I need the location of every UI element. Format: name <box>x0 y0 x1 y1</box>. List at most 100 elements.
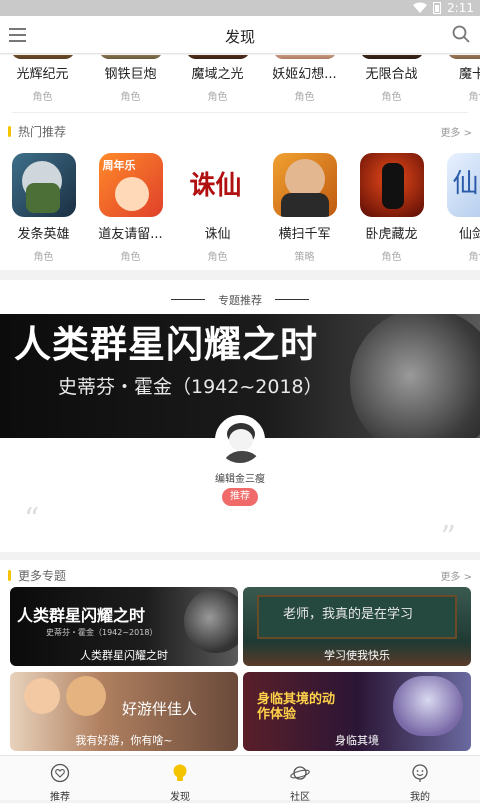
topic-card-caption: 我有好游，你有啥~ <box>10 732 238 748</box>
game-name: 诛仙 <box>174 223 261 242</box>
game-icon-text: 周年乐 <box>103 157 136 173</box>
game-tag: 角色 <box>0 248 87 263</box>
topic-card-art-title: 老师，我真的是在学习 <box>283 603 413 622</box>
game-name: 横扫千军 <box>261 223 348 242</box>
game-tag: 策略 <box>261 248 348 263</box>
topic-card-art-title: 身临其境的动作体验 <box>257 692 347 722</box>
hot-section-title: 热门推荐 <box>18 123 66 140</box>
topic-card-art-subtitle: 史蒂芬・霍金（1942~2018） <box>46 627 157 638</box>
topic-card-caption: 学习使我快乐 <box>243 647 471 663</box>
topic-card[interactable]: 好游伴佳人 我有好游，你有啥~ <box>10 672 238 751</box>
game-name: 魔域之光 <box>174 63 261 82</box>
status-bar: 2:11 <box>0 0 480 16</box>
tab-discover[interactable]: 发现 <box>120 756 240 800</box>
game-name: 魔卡幻 <box>435 63 480 82</box>
banner-title: 人类群星闪耀之时 <box>14 314 318 368</box>
tab-label: 发现 <box>120 788 240 803</box>
heart-icon <box>50 763 70 783</box>
game-item[interactable]: 发条英雄 角色 <box>0 153 87 263</box>
close-quote-icon: ” <box>441 520 456 552</box>
smile-icon <box>410 763 430 783</box>
game-name: 妖姬幻想... <box>261 63 348 82</box>
tab-label: 推荐 <box>0 788 120 803</box>
tab-profile[interactable]: 我的 <box>360 756 480 800</box>
game-item[interactable]: 无限合战 角色 <box>348 55 435 103</box>
game-item[interactable]: 魔域之光 角色 <box>174 55 261 103</box>
top-bar: 发现 <box>0 16 480 54</box>
battery-icon <box>433 2 441 14</box>
game-icon-text: 仙 <box>453 163 479 200</box>
divider <box>12 112 468 113</box>
game-name: 发条英雄 <box>0 223 87 242</box>
accent-bar <box>8 126 11 137</box>
lightbulb-icon <box>170 763 190 783</box>
game-tag: 角色 <box>435 88 480 103</box>
open-quote-icon: “ <box>24 502 39 537</box>
editor-name: 编辑金三瘦 <box>0 470 480 485</box>
topic-card-art-title: 好游伴佳人 <box>122 698 197 719</box>
planet-icon <box>290 763 310 783</box>
game-tag: 角色 <box>348 248 435 263</box>
game-tag: 角色 <box>87 88 174 103</box>
tab-label: 我的 <box>360 788 480 803</box>
game-icon-text: 诛仙 <box>190 165 242 202</box>
game-tag: 角色 <box>174 248 261 263</box>
game-icon <box>273 153 337 217</box>
more-topics-header: 更多专题 更多 > <box>8 567 472 585</box>
game-tag: 角色 <box>0 88 86 103</box>
topic-card-caption: 人类群星闪耀之时 <box>10 647 238 663</box>
game-name: 无限合战 <box>348 63 435 82</box>
editor-avatar[interactable] <box>215 415 265 465</box>
tab-recommend[interactable]: 推荐 <box>0 756 120 800</box>
more-topics-section: 更多专题 更多 > 人类群星闪耀之时 史蒂芬・霍金（1942~2018） 人类群… <box>0 560 480 755</box>
hot-more-link[interactable]: 更多 > <box>440 124 472 139</box>
accent-bar <box>8 570 11 581</box>
feature-section-title: 专题推荐 <box>218 294 262 307</box>
wifi-icon <box>413 2 427 14</box>
more-topics-title: 更多专题 <box>18 567 66 584</box>
game-name: 卧虎藏龙 <box>348 223 435 242</box>
banner-subtitle: 史蒂芬・霍金（1942~2018） <box>58 372 323 399</box>
game-tag: 角色 <box>435 248 480 263</box>
top-game-strip: 光辉纪元 角色 钢铁巨炮 角色 魔域之光 角色 妖姬幻想... 角色 无限合战 … <box>0 55 480 270</box>
game-item[interactable]: 卧虎藏龙 角色 <box>348 153 435 263</box>
portrait-image <box>350 314 480 438</box>
feature-header: 专题推荐 <box>0 289 480 308</box>
game-icon: 诛仙 <box>186 153 250 217</box>
game-name: 钢铁巨炮 <box>87 63 174 82</box>
page-title: 发现 <box>0 26 480 47</box>
game-name: 仙剑奇 <box>435 223 480 242</box>
game-item[interactable]: 周年乐 道友请留... 角色 <box>87 153 174 263</box>
topic-card-caption: 身临其境 <box>243 732 471 748</box>
game-icon <box>360 153 424 217</box>
game-tag: 角色 <box>87 248 174 263</box>
game-icon <box>12 153 76 217</box>
topic-card[interactable]: 老师，我真的是在学习 学习使我快乐 <box>243 587 471 666</box>
recommend-badge: 推荐 <box>222 488 258 506</box>
game-item[interactable]: 钢铁巨炮 角色 <box>87 55 174 103</box>
bottom-tab-bar: 推荐 发现 社区 我的 <box>0 755 480 800</box>
topic-card[interactable]: 人类群星闪耀之时 史蒂芬・霍金（1942~2018） 人类群星闪耀之时 <box>10 587 238 666</box>
status-time: 2:11 <box>447 1 474 15</box>
game-icon: 仙 <box>447 153 480 217</box>
topic-card[interactable]: 身临其境的动作体验 身临其境 <box>243 672 471 751</box>
game-tag: 角色 <box>348 88 435 103</box>
game-icon: 周年乐 <box>99 153 163 217</box>
game-name: 道友请留... <box>87 223 174 242</box>
game-item[interactable]: 横扫千军 策略 <box>261 153 348 263</box>
game-name: 光辉纪元 <box>0 63 86 82</box>
tab-label: 社区 <box>240 788 360 803</box>
feature-section: 专题推荐 人类群星闪耀之时 史蒂芬・霍金（1942~2018） 编辑金三瘦 推荐… <box>0 280 480 552</box>
game-item[interactable]: 诛仙 诛仙 角色 <box>174 153 261 263</box>
game-item[interactable]: 魔卡幻 角色 <box>435 55 480 103</box>
topic-card-art-title: 人类群星闪耀之时 <box>17 602 145 626</box>
search-icon[interactable] <box>452 25 470 43</box>
game-tag: 角色 <box>261 88 348 103</box>
more-topics-link[interactable]: 更多 > <box>440 568 472 583</box>
game-item[interactable]: 仙 仙剑奇 角色 <box>435 153 480 263</box>
game-tag: 角色 <box>174 88 261 103</box>
game-item[interactable]: 妖姬幻想... 角色 <box>261 55 348 103</box>
hot-section-header: 热门推荐 更多 > <box>8 123 472 141</box>
tab-community[interactable]: 社区 <box>240 756 360 800</box>
game-item[interactable]: 光辉纪元 角色 <box>0 55 86 103</box>
